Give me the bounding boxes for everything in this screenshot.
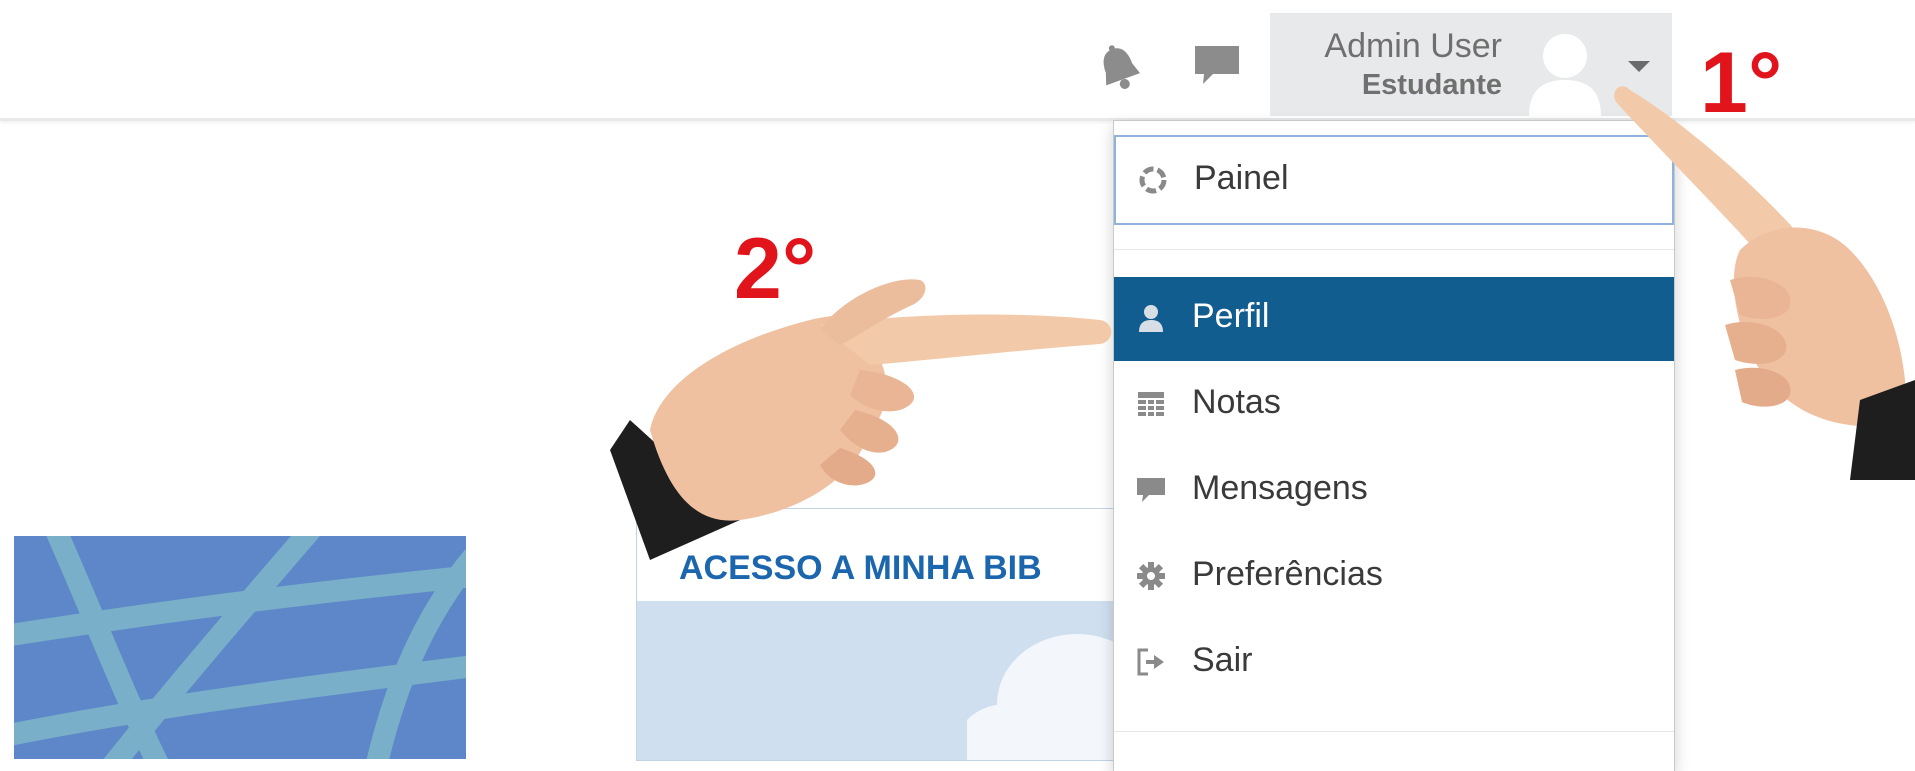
user-role: Estudante <box>1361 69 1502 101</box>
user-dropdown-menu: Painel Perfil Notas Mensagens Preferênci… <box>1113 120 1675 771</box>
menu-item-painel[interactable]: Painel <box>1114 135 1674 225</box>
avatar-icon <box>1525 30 1605 116</box>
menu-item-label: Perfil <box>1192 297 1270 335</box>
menu-item-notas[interactable]: Notas <box>1114 363 1674 447</box>
step-1-label: 1° <box>1700 35 1783 131</box>
menu-item-label: Painel <box>1194 159 1289 197</box>
menu-item-perfil[interactable]: Perfil <box>1114 277 1674 361</box>
logout-icon <box>1136 647 1166 677</box>
course-image-pattern <box>14 536 466 759</box>
message-icon <box>1136 475 1166 505</box>
dashboard-icon <box>1138 165 1168 195</box>
menu-divider <box>1114 249 1674 250</box>
menu-item-mensagens[interactable]: Mensagens <box>1114 449 1674 533</box>
user-icon <box>1136 303 1166 333</box>
pointing-hand-left <box>590 270 1120 570</box>
message-icon[interactable] <box>1193 42 1241 90</box>
menu-item-label: Mensagens <box>1192 469 1368 507</box>
menu-item-sair[interactable]: Sair <box>1114 621 1674 705</box>
cloud-icon <box>967 634 1117 760</box>
step-2-label: 2° <box>734 221 817 317</box>
menu-item-label: Notas <box>1192 383 1281 421</box>
gear-icon <box>1136 561 1166 591</box>
menu-divider <box>1114 731 1674 732</box>
menu-item-preferencias[interactable]: Preferências <box>1114 535 1674 619</box>
bell-icon[interactable] <box>1095 42 1143 94</box>
pointing-hand-right <box>1610 80 1915 480</box>
user-name: Admin User <box>1324 27 1502 65</box>
menu-item-label: Preferências <box>1192 555 1383 593</box>
menu-item-label: Sair <box>1192 641 1253 679</box>
course-image <box>14 536 466 759</box>
caret-down-icon <box>1628 59 1650 73</box>
grades-table-icon <box>1136 389 1166 419</box>
